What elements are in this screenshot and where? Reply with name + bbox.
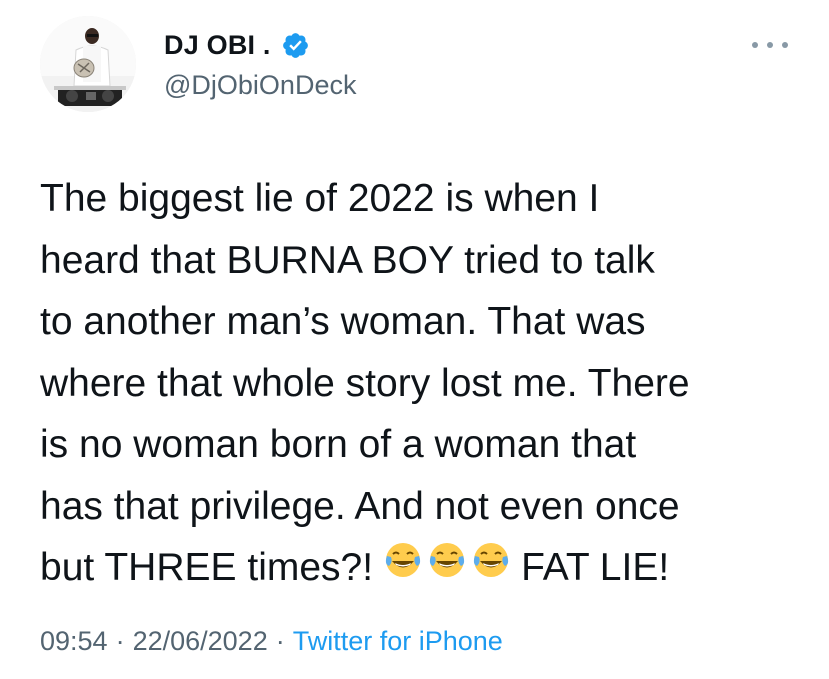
tweet-time[interactable]: 09:54 xyxy=(40,626,108,656)
tweet-meta: 09:54 · 22/06/2022 · Twitter for iPhone xyxy=(40,626,503,657)
verified-badge-icon xyxy=(281,31,310,60)
tweet-line: where that whole story lost me. There xyxy=(40,361,690,405)
avatar[interactable] xyxy=(40,16,136,112)
author-name-row[interactable]: DJ OBI . xyxy=(164,27,310,63)
tweet-line-prefix: but THREE times?! xyxy=(40,546,374,589)
face-with-tears-of-joy-icon xyxy=(385,543,421,577)
tweet-line: The biggest lie of 2022 is when I xyxy=(40,177,600,220)
meta-separator: · xyxy=(115,626,125,656)
avatar-image xyxy=(40,16,136,112)
more-horizontal-icon[interactable] xyxy=(752,38,788,52)
tweet-line: heard that BURNA BOY tried to talk xyxy=(40,238,655,282)
tweet-card: DJ OBI . @DjObiOnDeck The biggest lie of… xyxy=(0,0,829,679)
display-name[interactable]: DJ OBI . xyxy=(164,30,271,61)
face-with-tears-of-joy-icon xyxy=(473,543,509,577)
tweet-text: The biggest lie of 2022 is when I heard … xyxy=(40,168,800,599)
dot xyxy=(752,42,758,48)
face-with-tears-of-joy-icon xyxy=(429,543,465,577)
dot xyxy=(767,42,773,48)
tweet-line-suffix: FAT LIE! xyxy=(521,546,670,589)
tweet-line-last: but THREE times?! FAT LIE! xyxy=(40,537,800,599)
tweet-line: has that privilege. And not even once xyxy=(40,484,680,528)
tweet-date[interactable]: 22/06/2022 xyxy=(133,626,268,656)
dot xyxy=(782,42,788,48)
username[interactable]: @DjObiOnDeck xyxy=(164,70,356,101)
tweet-line: is no woman born of a woman that xyxy=(40,423,637,466)
tweet-source-link[interactable]: Twitter for iPhone xyxy=(293,626,503,656)
emoji-group xyxy=(383,540,515,580)
tweet-line: to another man’s woman. That was xyxy=(40,300,646,343)
meta-separator: · xyxy=(275,626,285,656)
